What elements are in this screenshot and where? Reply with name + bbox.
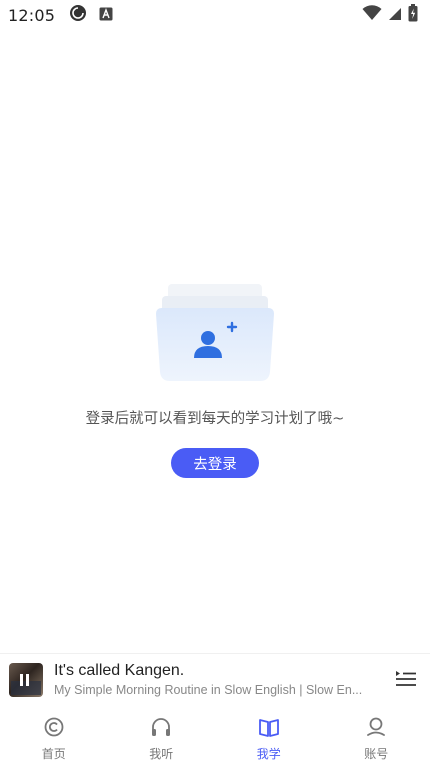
pause-icon-bar	[20, 673, 23, 686]
wifi-icon	[362, 5, 382, 25]
player-subtitle: My Simple Morning Routine in Slow Englis…	[54, 683, 363, 697]
folder-add-user-illustration	[150, 280, 280, 385]
bottom-nav: 首页 我听 我学 账号	[0, 706, 430, 764]
nav-item-learn[interactable]: 我学	[215, 706, 323, 764]
home-icon	[43, 716, 65, 742]
nav-label-account: 账号	[364, 747, 389, 761]
keyboard-a-icon	[99, 6, 113, 25]
playlist-button[interactable]	[392, 666, 420, 694]
book-icon	[258, 716, 280, 742]
sync-icon	[69, 4, 87, 26]
playlist-icon	[395, 669, 417, 691]
nav-label-listen: 我听	[149, 747, 174, 761]
nav-item-listen[interactable]: 我听	[108, 706, 216, 764]
signal-icon	[388, 6, 402, 25]
nav-label-home: 首页	[41, 747, 66, 761]
status-bar: 12:05	[0, 0, 430, 30]
headphones-icon	[150, 716, 172, 742]
battery-icon	[408, 4, 418, 26]
nav-item-account[interactable]: 账号	[323, 706, 430, 764]
account-icon	[365, 716, 387, 742]
player-thumbnail[interactable]	[9, 662, 43, 697]
empty-message: 登录后就可以看到每天的学习计划了哦~	[85, 411, 345, 427]
login-button[interactable]: 去登录	[171, 448, 259, 478]
mini-player[interactable]: It's called Kangen. My Simple Morning Ro…	[0, 653, 430, 705]
status-time: 12:05	[8, 5, 56, 25]
empty-state: 登录后就可以看到每天的学习计划了哦~ 去登录	[0, 280, 430, 478]
nav-label-learn: 我学	[256, 747, 281, 761]
nav-item-home[interactable]: 首页	[0, 706, 108, 764]
player-title: It's called Kangen.	[54, 662, 185, 679]
